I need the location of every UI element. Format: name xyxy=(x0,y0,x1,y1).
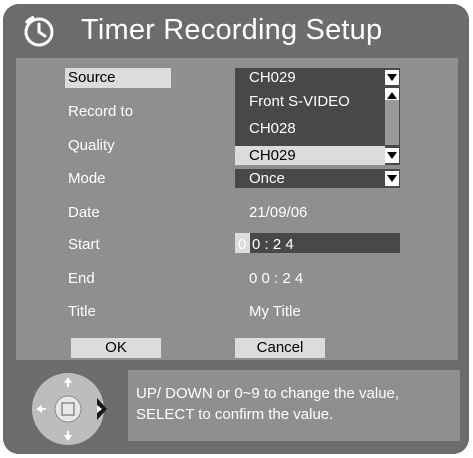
title-value[interactable]: My Title xyxy=(249,303,301,320)
dropdown-option-front-svideo[interactable]: Front S-VIDEO xyxy=(249,93,350,110)
scrollbar[interactable] xyxy=(385,100,399,145)
chevron-down-icon xyxy=(387,152,397,159)
help-box: UP/ DOWN or 0~9 to change the value, SEL… xyxy=(128,370,460,441)
start-time-cursor-digit: 0 xyxy=(238,236,247,253)
dropdown-option-ch028[interactable]: CH028 xyxy=(249,120,296,137)
start-label: Start xyxy=(68,236,100,253)
start-time-value: 0 : 2 4 xyxy=(252,236,294,253)
date-value[interactable]: 21/09/06 xyxy=(249,204,307,221)
end-label: End xyxy=(68,270,95,287)
help-line-1: UP/ DOWN or 0~9 to change the value, xyxy=(136,385,400,402)
scroll-down-button[interactable] xyxy=(385,148,399,163)
source-label: Source xyxy=(68,69,116,86)
title-bar: Timer Recording Setup xyxy=(3,4,469,58)
source-value: CH029 xyxy=(249,69,296,86)
title-label: Title xyxy=(68,303,96,320)
chevron-up-icon xyxy=(387,92,397,99)
mode-dropdown-arrow[interactable] xyxy=(385,171,399,186)
chevron-down-icon xyxy=(387,74,397,81)
timer-recording-window: Timer Recording Setup Source CH029 Front… xyxy=(3,4,469,454)
date-label: Date xyxy=(68,204,100,221)
settings-panel: Source CH029 Front S-VIDEO CH028 CH029 R… xyxy=(16,58,458,360)
help-footer: UP/ DOWN or 0~9 to change the value, SEL… xyxy=(3,360,469,454)
source-dropdown-arrow[interactable] xyxy=(385,70,399,85)
end-time-value[interactable]: 0 0 : 2 4 xyxy=(249,270,303,287)
dropdown-option-ch029[interactable]: CH029 xyxy=(249,147,296,164)
record-to-label: Record to xyxy=(68,103,134,120)
chevron-down-icon xyxy=(387,175,397,182)
timer-icon xyxy=(24,15,54,47)
mode-label: Mode xyxy=(68,170,106,187)
help-text: UP/ DOWN or 0~9 to change the value, SEL… xyxy=(136,383,399,425)
mode-value: Once xyxy=(249,170,285,187)
page-title: Timer Recording Setup xyxy=(81,14,383,46)
help-line-2: SELECT to confirm the value. xyxy=(136,406,334,423)
ok-button[interactable]: OK xyxy=(71,338,161,358)
cancel-button[interactable]: Cancel xyxy=(235,338,325,358)
quality-label: Quality xyxy=(68,137,115,154)
remote-dpad-icon xyxy=(32,373,107,445)
